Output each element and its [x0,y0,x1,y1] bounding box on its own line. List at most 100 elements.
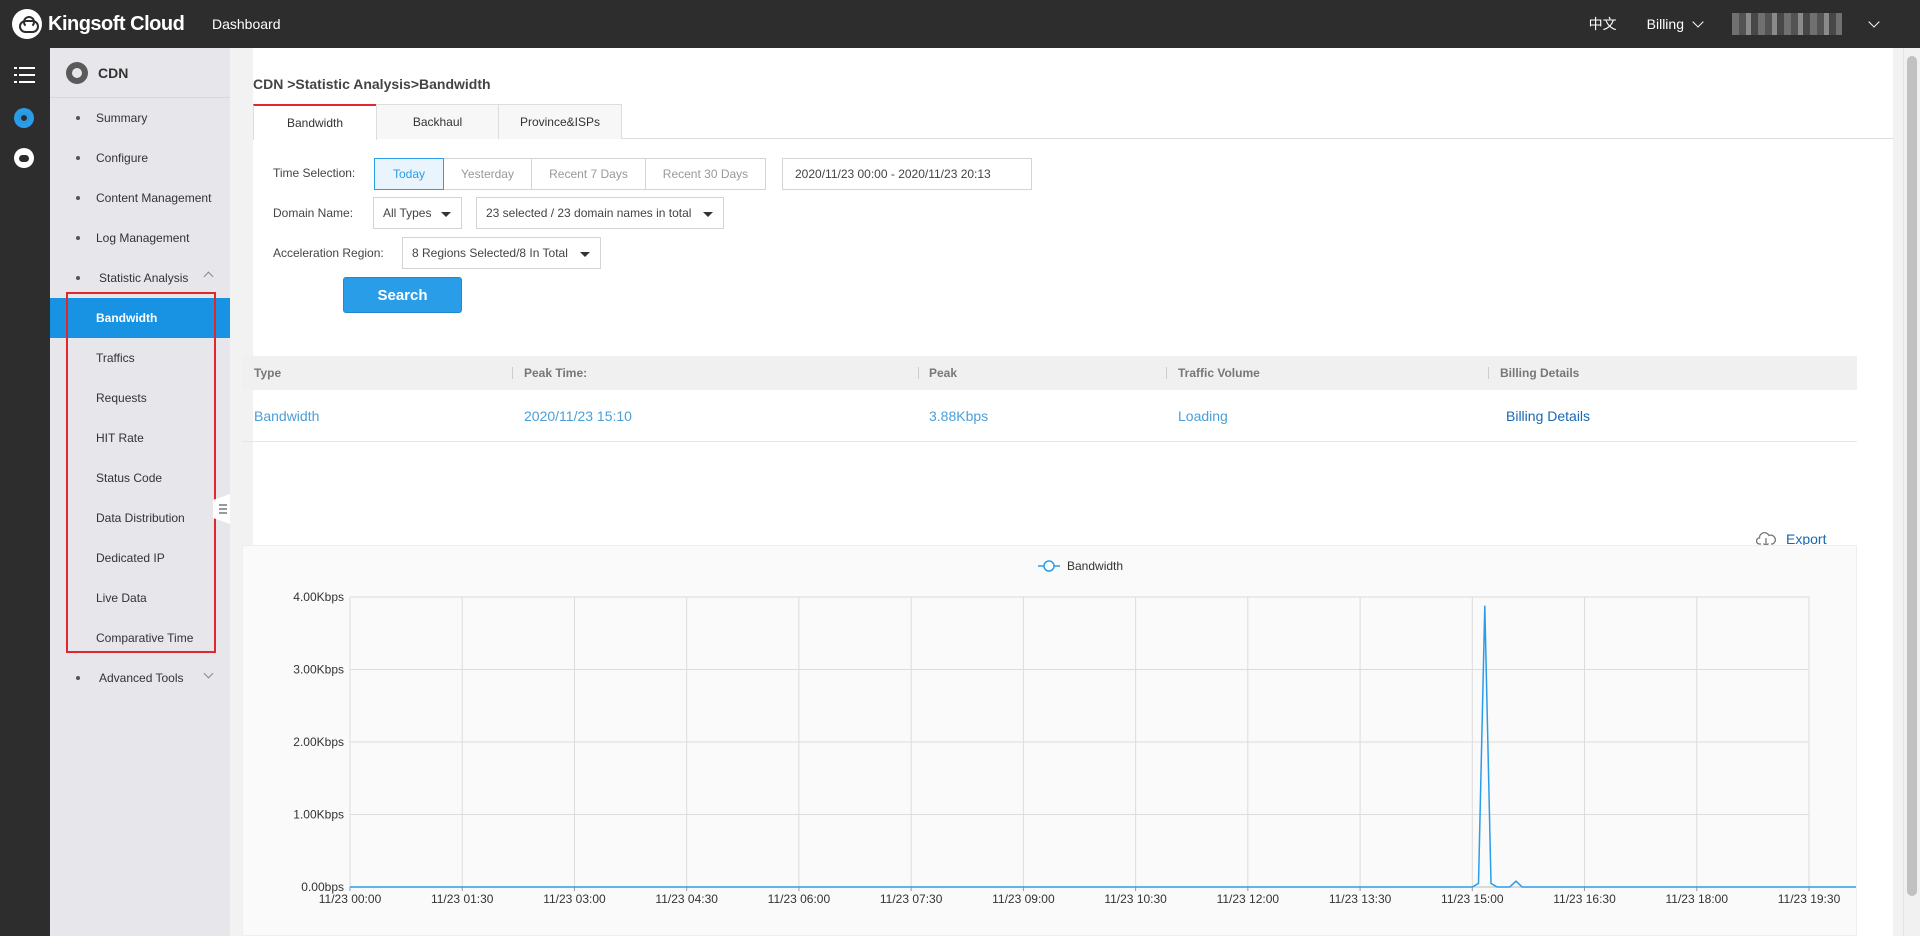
cloud-upload-icon[interactable] [14,148,34,168]
time-option-recent-30-days[interactable]: Recent 30 Days [645,158,766,190]
icon-rail [0,48,50,936]
chevron-down-icon [203,668,214,679]
x-tick-label: 11/23 06:00 [768,892,831,906]
y-tick-label: 4.00Kbps [293,590,344,604]
date-range-input[interactable]: 2020/11/23 00:00 - 2020/11/23 20:13 [782,158,1032,190]
sidebar-title: CDN [98,64,129,81]
page-scrollbar[interactable] [1903,48,1920,936]
sidebar-subitem-hit-rate[interactable]: HIT Rate [50,418,230,458]
filter-panel [253,48,1893,338]
domain-select-value: 23 selected / 23 domain names in total [486,206,692,220]
column-header-peak: Peak [929,366,958,380]
sidebar-subitem-traffics[interactable]: Traffics [50,338,230,378]
domain-name-label: Domain Name: [273,206,354,220]
x-tick-label: 11/23 19:30 [1778,892,1841,906]
dashboard-link[interactable]: Dashboard [212,16,281,32]
cell-peak-time: 2020/11/23 15:10 [524,408,632,424]
sidebar-item-content-management[interactable]: Content Management [50,178,230,218]
x-tick-label: 11/23 00:00 [319,892,382,906]
column-header-billing-details: Billing Details [1500,366,1580,380]
x-tick-label: 11/23 09:00 [992,892,1055,906]
sidebar-item-label: Content Management [96,191,212,205]
top-bar: Kingsoft Cloud Dashboard 中文 Billing [0,0,1920,48]
y-tick-label: 1.00Kbps [293,808,344,822]
sidebar-item-log-management[interactable]: Log Management [50,218,230,258]
column-header-type: Type [254,366,282,380]
x-tick-label: 11/23 12:00 [1217,892,1280,906]
chart-canvas: 0.00bps1.00Kbps2.00Kbps3.00Kbps4.00Kbps1… [293,559,1856,906]
billing-details-link[interactable]: Billing Details [1506,390,1590,442]
domain-type-select[interactable]: All Types [373,197,462,229]
breadcrumb: CDN >Statistic Analysis>Bandwidth [253,76,491,92]
caret-down-icon [703,212,713,217]
sidebar-header: CDN [50,48,230,98]
billing-menu[interactable]: Billing [1646,15,1704,32]
sidebar: CDN Summary Configure Content Management… [50,48,230,936]
cdn-icon [66,61,88,84]
menu-icon[interactable] [14,67,35,83]
sidebar-subitem-requests[interactable]: Requests [50,378,230,418]
y-tick-label: 3.00Kbps [293,663,344,677]
column-header-peak-time: Peak Time: [524,366,588,380]
bullet-icon [76,196,80,200]
sidebar-subitem-status-code[interactable]: Status Code [50,458,230,498]
sidebar-item-statistic-analysis[interactable]: Statistic Analysis [50,258,230,298]
x-tick-label: 11/23 01:30 [431,892,494,906]
logo-text: Kingsoft Cloud [48,12,185,35]
time-option-today[interactable]: Today [374,158,444,190]
time-option-yesterday[interactable]: Yesterday [443,158,532,190]
search-button[interactable]: Search [343,277,462,313]
bullet-icon [76,276,80,280]
main-content: CDN >Statistic Analysis>Bandwidth Bandwi… [230,48,1903,936]
column-divider [918,367,919,379]
time-range-selector: Today Yesterday Recent 7 Days Recent 30 … [374,158,766,190]
sidebar-subitem-data-distribution[interactable]: Data Distribution [50,498,230,538]
column-header-traffic-volume: Traffic Volume [1178,366,1260,380]
cloud-logo-icon [12,9,42,39]
chevron-up-icon [203,271,214,282]
sidebar-subitem-comparative-time[interactable]: Comparative Time [50,618,230,658]
tab-bandwidth[interactable]: Bandwidth [253,104,377,140]
cell-traffic-volume: Loading [1178,408,1228,424]
brand-logo[interactable]: Kingsoft Cloud [12,9,197,39]
user-account-blurred[interactable] [1732,13,1842,35]
summary-table-header: Type Peak Time: Peak Traffic Volume Bill… [242,356,1857,390]
tab-province-isps[interactable]: Province&ISPs [498,104,622,139]
chevron-down-icon[interactable] [1868,15,1880,28]
sidebar-subitem-live-data[interactable]: Live Data [50,578,230,618]
bandwidth-chart: 0.00bps 1.00Kbps 2.00Kbps 3.00Kbps 4.00Kbps 1… [242,545,1857,936]
sidebar-subitem-bandwidth[interactable]: Bandwidth [50,298,230,338]
series-line-bandwidth [350,605,1856,888]
sidebar-item-configure[interactable]: Configure [50,138,230,178]
tab-backhaul[interactable]: Backhaul [376,104,499,139]
sidebar-item-label: Configure [96,151,149,165]
x-tick-label: 11/23 03:00 [543,892,606,906]
caret-down-icon [441,212,451,217]
bullet-icon [76,116,80,120]
billing-label: Billing [1646,16,1684,32]
y-tick-label: 2.00Kbps [293,735,344,749]
table-row: Bandwidth 2020/11/23 15:10 3.88Kbps Load… [242,390,1857,442]
domain-select[interactable]: 23 selected / 23 domain names in total [476,197,724,229]
legend-circle-marker [1043,560,1055,572]
sidebar-item-summary[interactable]: Summary [50,98,230,138]
language-switch[interactable]: 中文 [1589,14,1617,34]
region-select[interactable]: 8 Regions Selected/8 In Total [402,237,601,269]
column-divider [1488,367,1489,379]
x-tick-label: 11/23 13:30 [1329,892,1392,906]
time-option-recent-7-days[interactable]: Recent 7 Days [531,158,646,190]
caret-down-icon [580,252,590,257]
sidebar-item-advanced-tools[interactable]: Advanced Tools [50,658,230,698]
tab-bar: Bandwidth Backhaul Province&ISPs [253,104,1893,140]
bullet-icon [76,156,80,160]
cdn-icon[interactable] [14,108,34,128]
x-tick-label: 11/23 16:30 [1553,892,1616,906]
scrollbar-thumb[interactable] [1907,56,1917,896]
time-selection-label: Time Selection: [273,166,356,180]
x-tick-label: 11/23 10:30 [1104,892,1167,906]
sidebar-item-label: Summary [96,111,148,125]
x-tick-label: 11/23 18:00 [1666,892,1729,906]
region-select-value: 8 Regions Selected/8 In Total [412,246,568,260]
sidebar-subitem-dedicated-ip[interactable]: Dedicated IP [50,538,230,578]
legend-label-bandwidth: Bandwidth [1067,559,1123,573]
